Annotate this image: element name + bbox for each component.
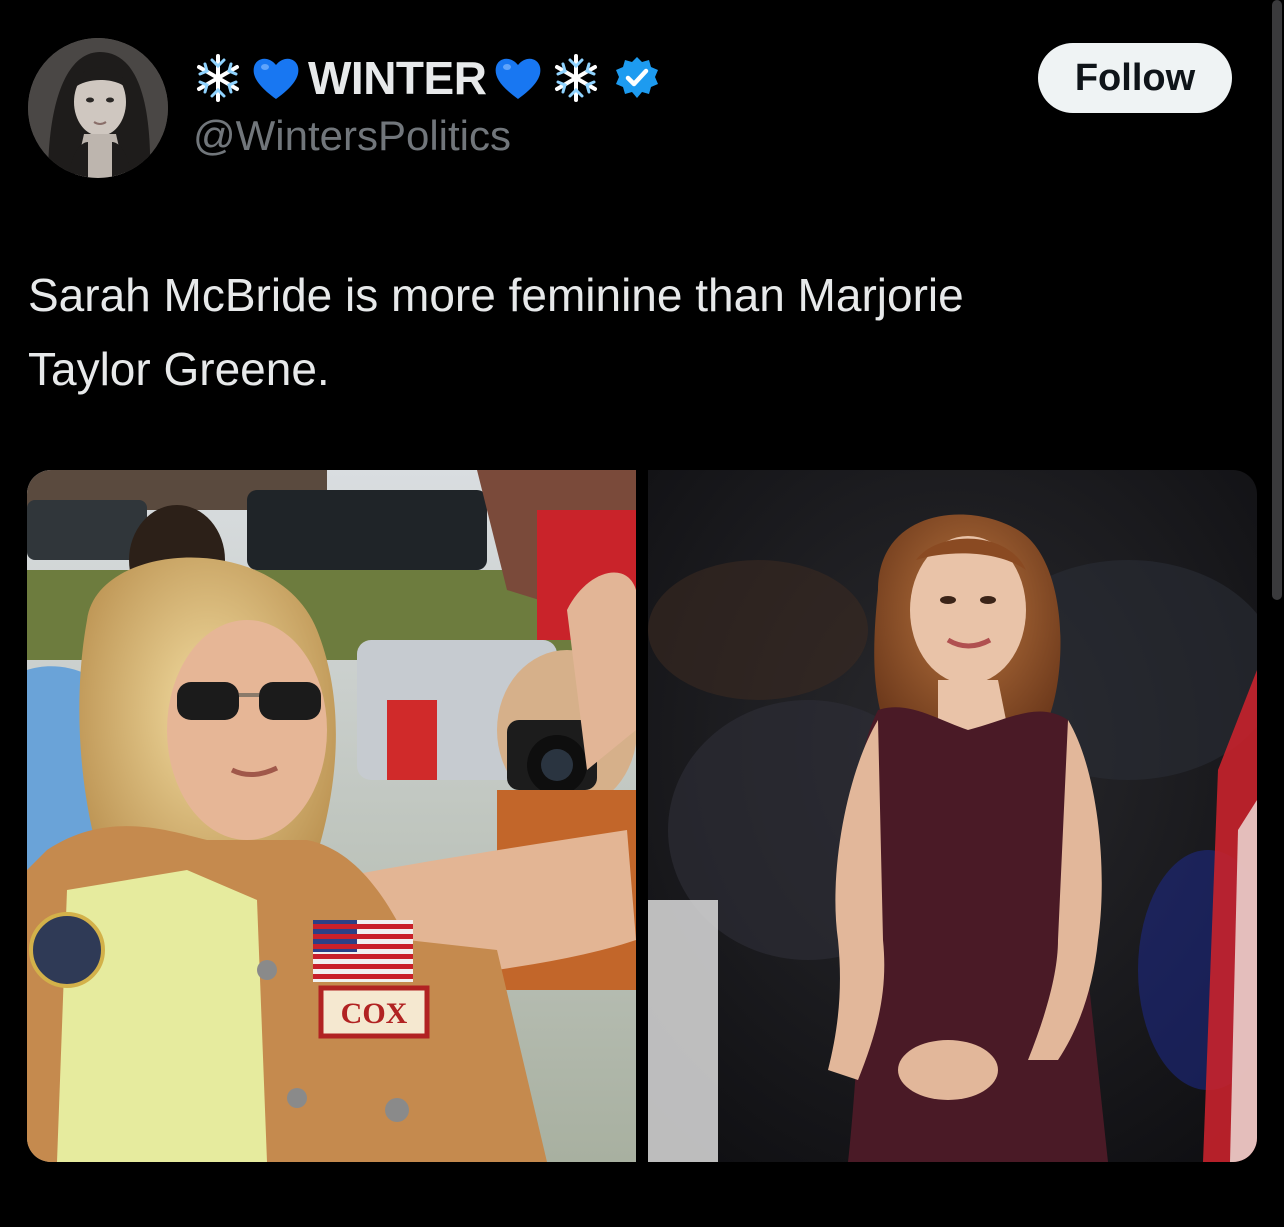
- verified-badge-icon: [614, 55, 660, 101]
- blue-heart-icon: [250, 52, 302, 104]
- media-photo-left[interactable]: COX: [27, 470, 636, 1162]
- snowflake-icon: [192, 52, 244, 104]
- page-scrollbar[interactable]: [1272, 0, 1282, 600]
- author-handle[interactable]: @WintersPolitics: [193, 112, 511, 160]
- blue-heart-icon: [492, 52, 544, 104]
- media-photo-right[interactable]: [648, 470, 1257, 1162]
- tweet-card[interactable]: WINTER @WintersPolitics Follow Sarah McB…: [0, 0, 1284, 1227]
- author-avatar[interactable]: [28, 38, 168, 178]
- follow-button[interactable]: Follow: [1038, 43, 1232, 113]
- tweet-text-line-1: Sarah McBride is more feminine than Marj…: [28, 269, 964, 321]
- tweet-text: Sarah McBride is more feminine than Marj…: [28, 258, 1228, 406]
- snowflake-icon: [550, 52, 602, 104]
- tweet-text-line-2: Taylor Greene.: [28, 343, 330, 395]
- author-name-row[interactable]: WINTER: [192, 48, 660, 108]
- photo-right-icon: [648, 470, 1257, 1162]
- avatar-photo-icon: [28, 38, 168, 178]
- author-display-name[interactable]: WINTER: [308, 51, 487, 105]
- tweet-media-grid[interactable]: COX: [27, 470, 1257, 1162]
- cox-patch-label: COX: [341, 997, 408, 1030]
- photo-left-icon: COX: [27, 470, 636, 1162]
